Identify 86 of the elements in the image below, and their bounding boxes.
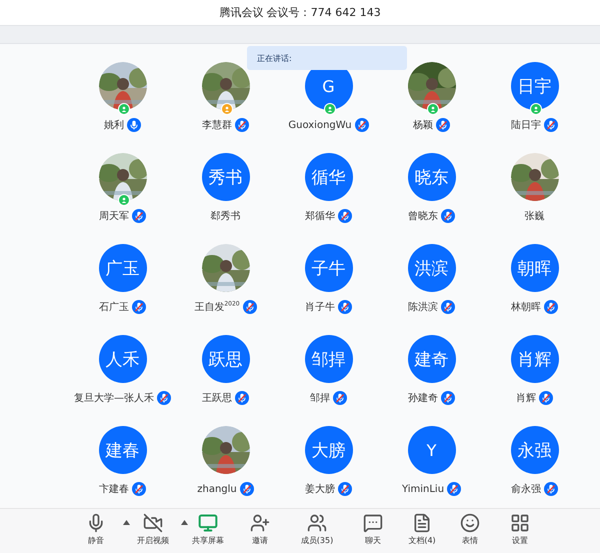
initials-avatar: Y (408, 426, 456, 474)
participant-name: 林朝晖 (511, 300, 541, 314)
initials-avatar: 子牛 (304, 244, 352, 292)
muted-mic-icon[interactable] (338, 209, 352, 223)
smile-icon (460, 513, 480, 533)
video-off-icon (143, 513, 163, 533)
muted-mic-icon[interactable] (240, 482, 254, 496)
participant-name: 张巍 (524, 210, 544, 223)
muted-mic-icon[interactable] (544, 118, 558, 132)
toolbar-button[interactable]: 表情 (460, 513, 480, 546)
participant-name: 孙建奇 (408, 392, 438, 405)
users-icon (306, 513, 327, 533)
window-title: 腾讯会议 会议号：774 642 143 (219, 5, 381, 20)
muted-mic-icon[interactable] (544, 300, 558, 314)
toolbar-button[interactable]: 开启视频 (137, 513, 169, 546)
speaking-label: 正在讲话: (257, 52, 292, 64)
initials-avatar: 建奇 (408, 335, 456, 383)
toolbar-button[interactable]: 设置 (510, 513, 530, 546)
initials-avatar: 秀书 (202, 153, 250, 201)
muted-mic-icon[interactable] (338, 482, 352, 496)
initials-avatar: 永强 (510, 426, 558, 474)
toolbar-button[interactable]: 聊天 (363, 513, 383, 546)
settings-icon (510, 513, 530, 533)
participant-name: 复旦大学—张人禾 (74, 392, 154, 405)
muted-mic-icon[interactable] (539, 391, 553, 405)
participant-name: 卞建春 (99, 482, 129, 496)
mic-icon[interactable] (127, 118, 141, 132)
participant-name: 石广玉 (99, 300, 129, 314)
muted-mic-icon[interactable] (242, 300, 257, 314)
participant-name: 曾晓东 (408, 210, 438, 223)
initials-avatar: 朝晖 (510, 244, 558, 292)
participant-name: 李慧群 (202, 118, 232, 132)
muted-mic-icon[interactable] (338, 300, 352, 314)
muted-mic-icon[interactable] (132, 209, 146, 223)
participant-name: 俞永强 (511, 482, 541, 496)
muted-mic-icon[interactable] (354, 118, 369, 132)
participant-name: YiminLiu (402, 484, 444, 494)
initials-avatar: 邹捍 (304, 335, 352, 383)
muted-mic-icon[interactable] (441, 391, 455, 405)
participant-name: 邹捍 (310, 392, 330, 405)
muted-mic-icon[interactable] (441, 300, 455, 314)
chat-icon (363, 513, 383, 533)
document-icon (412, 513, 432, 533)
muted-mic-icon[interactable] (132, 482, 146, 496)
initials-avatar: 建春 (98, 426, 146, 474)
toolbar-button[interactable]: 静音 (86, 513, 106, 546)
toolbar-button[interactable]: 文档(4) (408, 513, 436, 546)
muted-mic-icon[interactable] (544, 482, 558, 496)
participant-name: 郑循华 (305, 210, 335, 223)
initials-avatar: 洪滨 (408, 244, 456, 292)
participant-name: 陈洪滨 (408, 300, 438, 314)
participant-name: 肖子牛 (305, 300, 335, 314)
participant-name: GuoxiongWu (288, 120, 352, 130)
add-user-icon (250, 513, 270, 533)
caret-icon[interactable] (181, 520, 188, 525)
muted-mic-icon[interactable] (235, 118, 249, 132)
caret-icon[interactable] (123, 520, 130, 525)
participant-name: 郄秀书 (210, 210, 240, 223)
muted-mic-icon[interactable] (441, 209, 455, 223)
muted-mic-icon[interactable] (235, 391, 249, 405)
participant-name: 杨颖 (413, 118, 433, 132)
initials-avatar: 日宇 (510, 62, 558, 110)
toolbar-button[interactable]: 共享屏幕 (192, 513, 224, 546)
initials-avatar: 跃思 (202, 335, 250, 383)
muted-mic-icon[interactable] (436, 118, 450, 132)
participant-name: 姜大膀 (305, 482, 335, 496)
monitor-icon (198, 513, 218, 533)
toolbar-button[interactable]: 成员(35) (300, 513, 334, 546)
participant-name: 周天军 (99, 210, 129, 223)
participant-name: 姚利 (104, 118, 124, 132)
muted-mic-icon[interactable] (157, 391, 171, 405)
participant-name: 王跃思 (202, 392, 232, 405)
participant-name: zhanglu (197, 484, 237, 494)
initials-avatar: 晓东 (408, 153, 456, 201)
muted-mic-icon[interactable] (447, 482, 462, 496)
participant-name: 陆日宇 (511, 118, 541, 132)
participant-name: 肖辉 (516, 392, 536, 405)
muted-mic-icon[interactable] (132, 300, 146, 314)
initials-avatar: 循华 (304, 153, 352, 201)
initials-avatar: 大膀 (304, 426, 352, 474)
participant-name: 王自发$^{2020}$ (194, 300, 240, 314)
muted-mic-icon[interactable] (333, 391, 347, 405)
initials-avatar: 肖辉 (510, 335, 558, 383)
initials-avatar: 人禾 (98, 335, 146, 383)
toolbar-button[interactable]: 邀请 (250, 513, 270, 546)
initials-avatar: 广玉 (98, 244, 146, 292)
